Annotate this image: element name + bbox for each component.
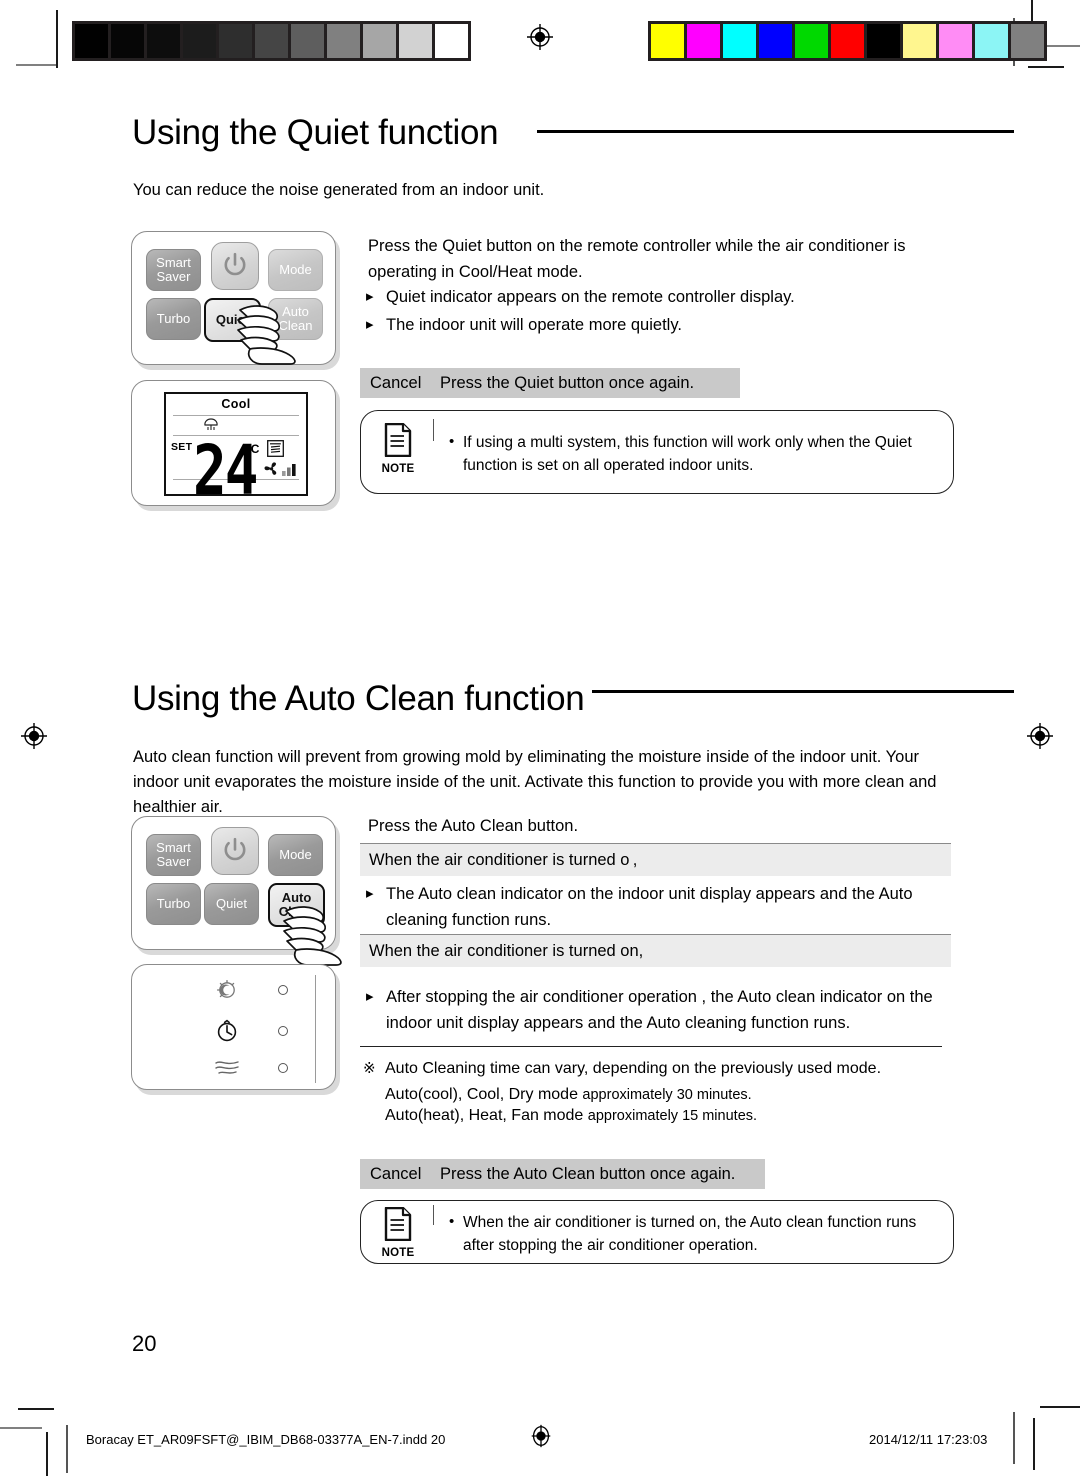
note-icon: NOTE	[375, 1206, 421, 1259]
lcd-divider-1	[173, 415, 299, 416]
section2-instruction: Press the Auto Clean button.	[368, 817, 579, 835]
lcd-temperature-unit: °C	[246, 442, 260, 456]
lcd-set-label: SET	[171, 441, 193, 453]
footer-timestamp: 2014/12/11 17:23:03	[869, 1432, 988, 1447]
remote-button-auto-clean-line2: Clean	[278, 318, 313, 333]
manual-page: Using the Quiet function You can reduce …	[0, 0, 1080, 1476]
remote2-button-turbo[interactable]: Turbo	[146, 883, 201, 925]
section2-cancel-label: Cancel	[370, 1164, 422, 1183]
section2-title-rule	[592, 690, 1014, 693]
section2-time-mode-2: Auto(heat), Heat, Fan mode	[385, 1107, 584, 1124]
section2-remote-illustration: Smart Saver Mode Turbo Quiet Auto Clean	[131, 816, 342, 966]
section2-time-value-2: approximately 15 minutes.	[587, 1108, 758, 1124]
section2-cancel-text: Press the Auto Clean button once again.	[440, 1164, 736, 1183]
led-indicator-3	[278, 1063, 288, 1073]
section2-note-text: When the air conditioner is turned on, t…	[449, 1210, 943, 1257]
remote-button-smart-saver-line1: Smart	[156, 255, 191, 270]
remote2-button-auto-clean-line2: Clean	[278, 904, 315, 919]
section1-cancel-bar: Cancel Press the Quiet button once again…	[360, 368, 740, 398]
page-number: 20	[132, 1331, 157, 1356]
note-divider	[433, 1205, 434, 1225]
section1-title-rule	[537, 130, 1014, 133]
section1-remote-illustration: Smart Saver Mode Turbo Quiet Auto Clean	[131, 231, 336, 365]
led-indicator-2	[278, 1026, 288, 1036]
section1-note-text: If using a multi system, this function w…	[449, 430, 943, 477]
auto-clean-wave-icon	[214, 1059, 240, 1082]
section2-time-value-1: approximately 30 minutes.	[582, 1087, 752, 1103]
led-indicator-1	[278, 985, 288, 995]
remote-button-turbo[interactable]: Turbo	[146, 298, 201, 340]
footer-file-info: Boracay ET_AR09FSFT@_IBIM_DB68-03377A_EN…	[86, 1432, 446, 1447]
remote2-button-mode[interactable]: Mode	[268, 834, 323, 876]
section1-title: Using the Quiet function	[132, 113, 499, 152]
section2-case-on-bullet: After stopping the air conditioner opera…	[364, 984, 966, 1036]
section2-indoor-display-illustration	[131, 964, 336, 1090]
remote-button-mode-label: Mode	[279, 262, 312, 277]
section2-divider	[360, 1046, 942, 1047]
remote2-button-smart-saver[interactable]: Smart Saver	[146, 834, 201, 876]
lcd-screen: Cool SET 24 °C	[164, 392, 308, 506]
remote2-button-quiet-label: Quiet	[215, 896, 248, 911]
remote-button-smart-saver[interactable]: Smart Saver	[146, 249, 201, 291]
remote2-button-turbo-label: Turbo	[156, 896, 191, 911]
good-sleep-icon	[214, 979, 240, 1006]
section1-instruction: Press the Quiet button on the remote con…	[368, 237, 906, 281]
remote-button-turbo-label: Turbo	[156, 311, 191, 326]
remote2-button-mode-label: Mode	[279, 847, 312, 862]
section1-note-box: NOTE If using a multi system, this funct…	[360, 410, 954, 494]
remote-button-auto-clean[interactable]: Auto Clean	[268, 298, 323, 340]
remote-button-auto-clean-line1: Auto	[282, 304, 309, 319]
swing-icon	[267, 440, 284, 462]
note-divider	[433, 419, 434, 441]
section2-note-box: NOTE When the air conditioner is turned …	[360, 1200, 954, 1264]
remote-button-quiet[interactable]: Quiet	[204, 298, 261, 342]
fan-speed-icon	[262, 460, 298, 483]
remote-button-power[interactable]	[211, 242, 259, 290]
section2-intro: Auto clean function will prevent from gr…	[133, 748, 937, 816]
remote-button-mode[interactable]: Mode	[268, 249, 323, 291]
remote2-button-quiet[interactable]: Quiet	[204, 883, 259, 925]
lcd-mode-label: Cool	[221, 397, 251, 411]
remote2-button-auto-clean[interactable]: Auto Clean	[268, 883, 325, 927]
section2-time-mode-1: Auto(cool), Cool, Dry mode	[385, 1086, 578, 1103]
section2-time-line-2: Auto(heat), Heat, Fan mode approximately…	[385, 1107, 757, 1125]
panel-vertical-rule	[315, 975, 316, 1083]
note-icon: NOTE	[375, 422, 421, 475]
section1-bullet-2: The indoor unit will operate more quietl…	[364, 312, 966, 339]
section2-case-off-bullet: The Auto clean indicator on the indoor u…	[364, 881, 966, 933]
timer-clock-icon	[215, 1019, 239, 1048]
section2-asterisk-note: Auto Cleaning time can vary, depending o…	[363, 1057, 945, 1081]
section1-intro: You can reduce the noise generated from …	[133, 181, 545, 199]
section1-cancel-text: Press the Quiet button once again.	[440, 373, 695, 392]
note-icon-label: NOTE	[381, 463, 415, 475]
remote2-button-smart-saver-line1: Smart	[156, 840, 191, 855]
power-icon	[221, 836, 249, 867]
remote2-button-auto-clean-line1: Auto	[281, 890, 312, 905]
section2-title: Using the Auto Clean function	[132, 679, 585, 718]
section2-time-line-1: Auto(cool), Cool, Dry mode approximately…	[385, 1086, 752, 1104]
section1-bullet-1: Quiet indicator appears on the remote co…	[364, 284, 966, 311]
power-icon	[221, 251, 249, 282]
section1-cancel-label: Cancel	[370, 373, 422, 392]
remote-button-smart-saver-line2: Saver	[156, 269, 191, 284]
remote2-button-power[interactable]	[211, 827, 259, 875]
note-icon-label: NOTE	[381, 1247, 415, 1259]
section2-case-on-header: When the air conditioner is turned on,	[360, 934, 951, 967]
remote-button-quiet-label: Quiet	[215, 312, 250, 327]
section1-lcd-illustration: Cool SET 24 °C	[131, 380, 336, 506]
section2-cancel-bar: Cancel Press the Auto Clean button once …	[360, 1159, 765, 1189]
section2-case-off-header: When the air conditioner is turned o ,	[360, 843, 951, 876]
remote2-button-smart-saver-line2: Saver	[156, 854, 191, 869]
